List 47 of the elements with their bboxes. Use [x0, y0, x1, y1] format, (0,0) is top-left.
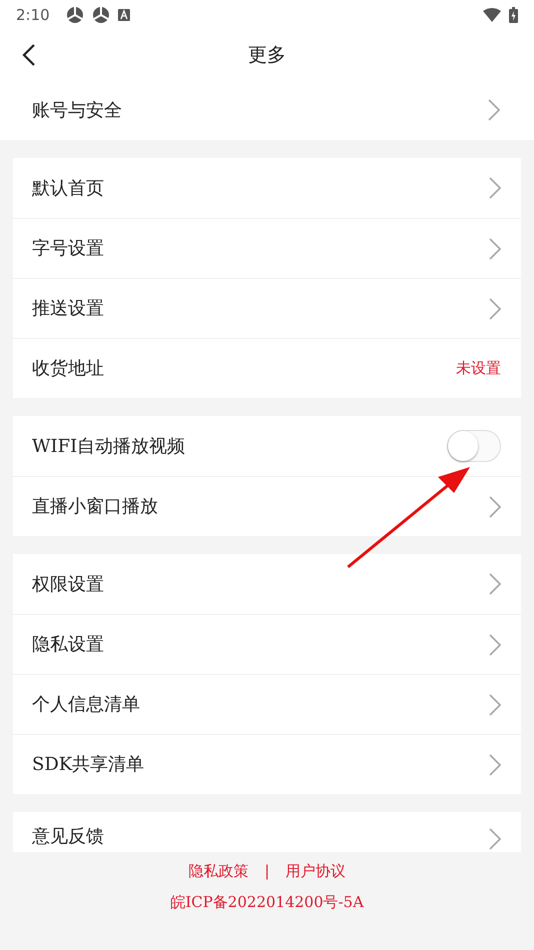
footer-link[interactable]: 用户协议	[286, 860, 346, 882]
status-time: 2:10	[16, 4, 50, 26]
row-label: WIFI自动播放视频	[32, 434, 186, 458]
chevron-icon	[489, 754, 501, 776]
row-label: SDK共享清单	[32, 753, 146, 777]
row-label: 账号与安全	[32, 98, 123, 122]
page-title: 更多	[248, 42, 286, 68]
settings-row[interactable]: SDK共享清单	[13, 734, 521, 794]
settings-row[interactable]: 权限设置	[13, 554, 521, 614]
settings-row[interactable]: 隐私设置	[13, 614, 521, 674]
row-label: 直播小窗口播放	[32, 495, 159, 519]
icp-text: 皖ICP备2022014200号-5A	[170, 892, 364, 912]
row-label: 意见反馈	[32, 825, 105, 849]
row-label: 推送设置	[32, 297, 105, 321]
settings-row[interactable]: 字号设置	[13, 218, 521, 278]
battery-icon	[509, 7, 518, 23]
chevron-icon	[488, 99, 500, 121]
row-label: 字号设置	[32, 237, 105, 261]
row-label: 收货地址	[32, 357, 105, 381]
row-label: 隐私设置	[32, 633, 105, 657]
row-label: 默认首页	[32, 176, 105, 200]
chevron-icon	[489, 828, 501, 850]
settings-row[interactable]: 个人信息清单	[13, 674, 521, 734]
settings-row[interactable]: 推送设置	[13, 278, 521, 338]
settings-row[interactable]: 收货地址 未设置	[13, 338, 521, 398]
settings-row[interactable]: 账号与安全	[0, 80, 534, 140]
back-icon[interactable]	[22, 43, 36, 67]
settings-row[interactable]: WIFI自动播放视频	[13, 416, 521, 476]
separator: |	[264, 861, 270, 882]
chevron-icon	[489, 573, 501, 595]
row-value: 未设置	[456, 358, 501, 380]
row-label: 个人信息清单	[32, 693, 141, 717]
keyboard-icon	[118, 9, 130, 21]
wifi-icon	[483, 8, 501, 22]
footer-link[interactable]: 隐私政策	[188, 860, 248, 882]
chevron-icon	[489, 298, 501, 320]
chevron-icon	[489, 177, 501, 199]
chevron-icon	[489, 694, 501, 716]
settings-row[interactable]: 意见反馈	[13, 812, 521, 852]
app-icon	[66, 6, 84, 24]
chevron-icon	[489, 238, 501, 260]
chevron-icon	[489, 496, 501, 518]
chevron-icon	[489, 634, 501, 656]
row-label: 权限设置	[32, 572, 105, 596]
toggle-switch[interactable]	[447, 430, 501, 462]
app-icon	[92, 6, 110, 24]
settings-row[interactable]: 默认首页	[13, 158, 521, 218]
